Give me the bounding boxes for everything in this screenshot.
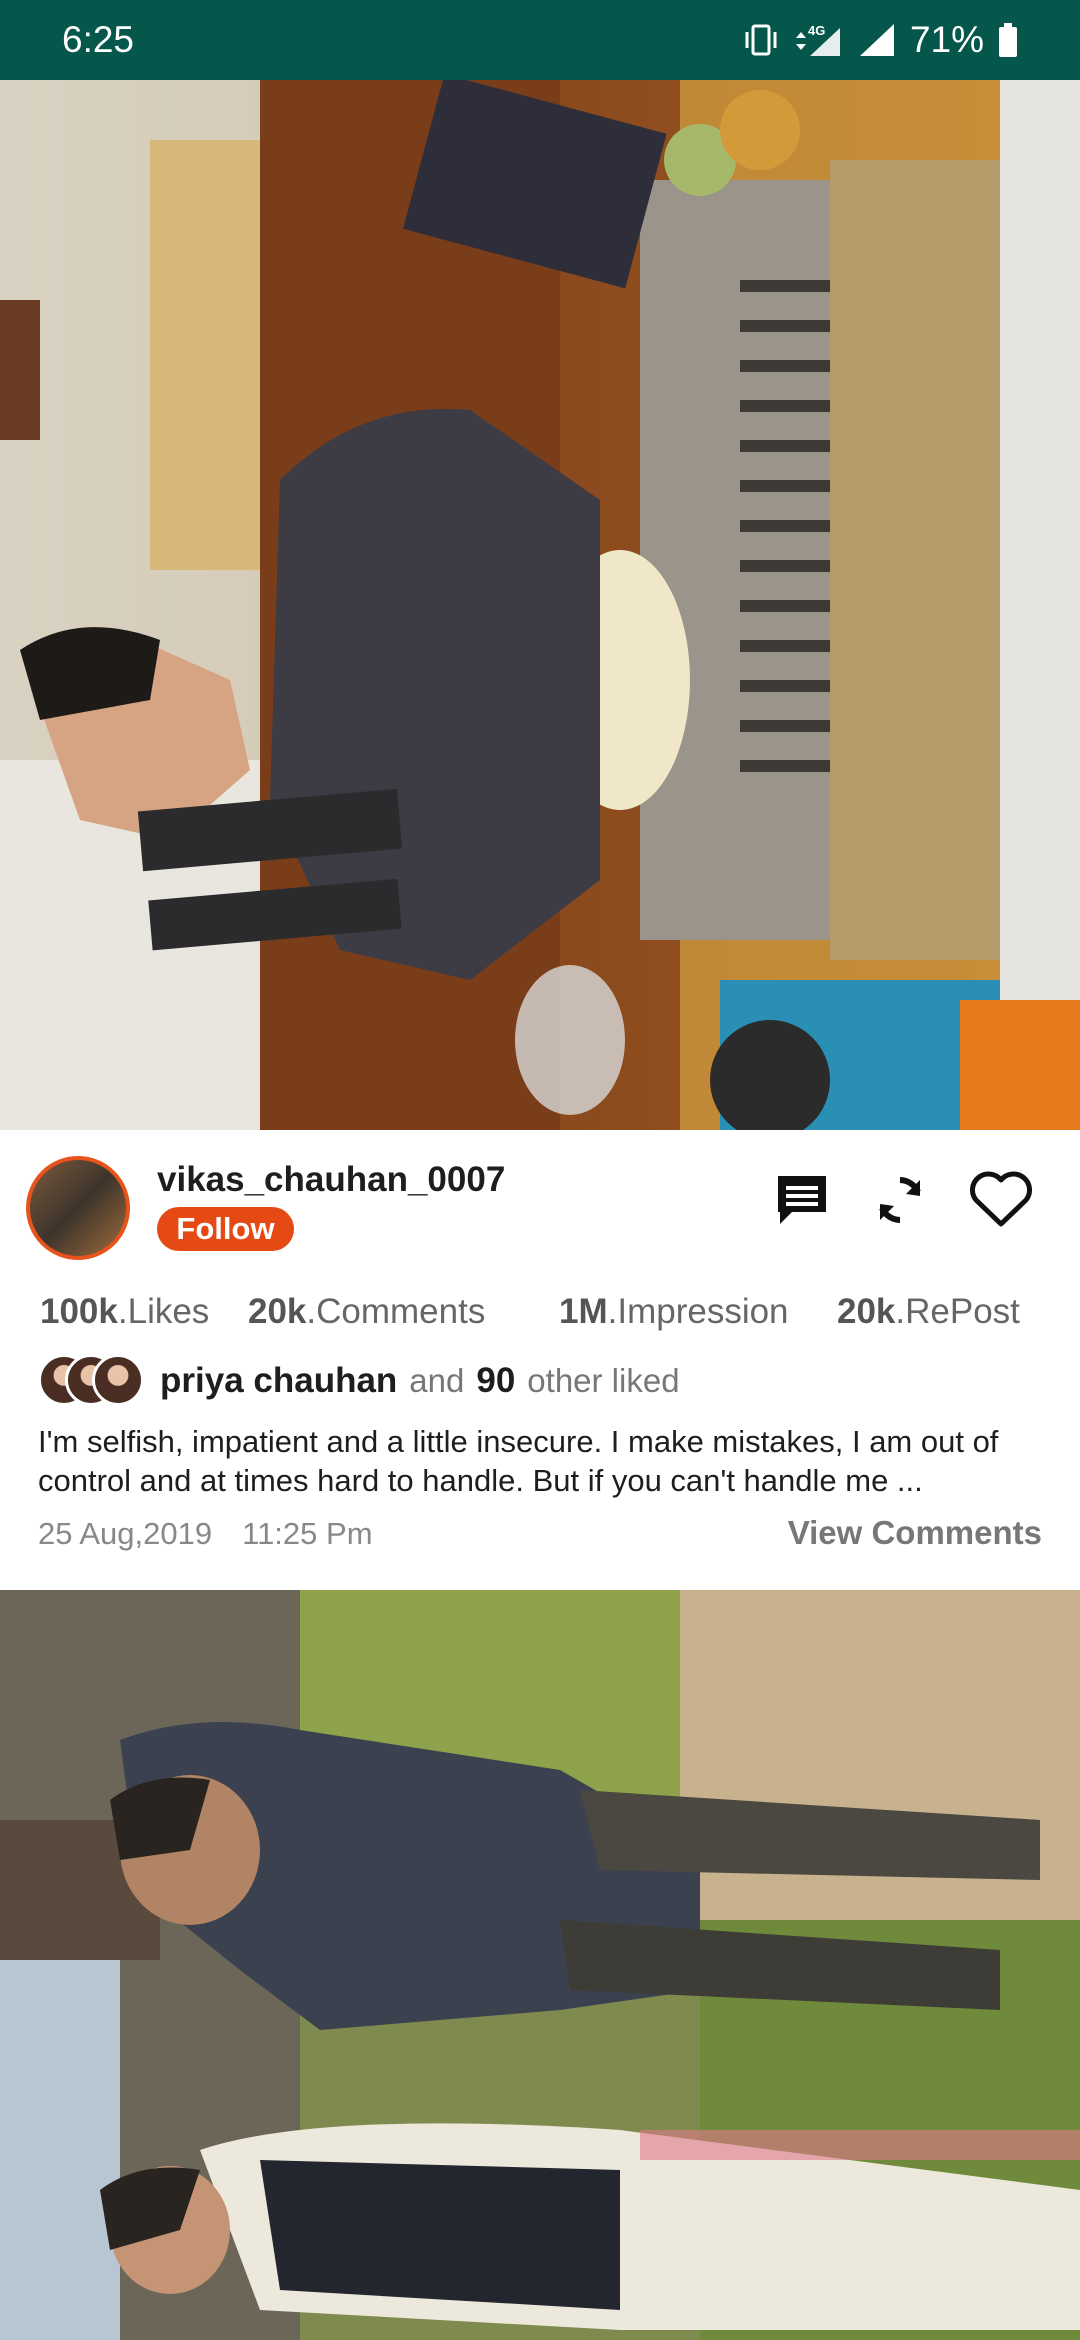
liked-by-name[interactable]: priya chauhan <box>160 1361 397 1401</box>
impression-label: .Impression <box>607 1292 789 1331</box>
heart-icon[interactable] <box>968 1170 1034 1235</box>
view-comments-link[interactable]: View Comments <box>788 1514 1042 1552</box>
status-time: 6:25 <box>62 19 135 60</box>
repost-icon[interactable] <box>870 1170 930 1235</box>
likes-label: .Likes <box>117 1292 210 1331</box>
status-bar: 6:25 4G 71% <box>0 0 1080 80</box>
data-arrows-icon: 4G <box>792 22 844 58</box>
post-image[interactable] <box>0 1590 1080 2340</box>
post-time: 11:25 Pm <box>242 1516 373 1551</box>
liked-avatar <box>92 1354 144 1406</box>
liked-by-suffix: other liked <box>527 1362 680 1399</box>
signal-icon <box>858 22 896 58</box>
post-timestamp: 25 Aug,2019 11:25 Pm <box>38 1516 373 1552</box>
liked-by-and: and <box>409 1362 465 1399</box>
post-card: vikas_chauhan_0007 Follow 100k.Likes 20k… <box>0 1130 1080 1590</box>
likes-count: 100k <box>40 1292 118 1331</box>
repost-stat[interactable]: 20k.RePost <box>837 1292 1020 1332</box>
battery-percent: 71% <box>909 19 984 60</box>
restaurant-photo <box>0 80 1080 1130</box>
liked-by-count: 90 <box>476 1361 516 1400</box>
comment-icon[interactable] <box>772 1170 832 1235</box>
outdoor-photo <box>0 1590 1080 2340</box>
repost-count: 20k <box>837 1292 896 1331</box>
likes-stat[interactable]: 100k.Likes <box>40 1292 209 1332</box>
liked-by-row[interactable]: priya chauhan and 90 other liked <box>38 1352 680 1410</box>
comments-label: .Comments <box>306 1292 486 1331</box>
comments-stat[interactable]: 20k.Comments <box>248 1292 485 1332</box>
vibrate-icon <box>744 22 778 58</box>
repost-label: .RePost <box>895 1292 1020 1331</box>
comments-count: 20k <box>248 1292 307 1331</box>
status-icons: 4G 71% <box>744 19 1018 61</box>
username[interactable]: vikas_chauhan_0007 <box>157 1160 505 1200</box>
post-caption: I'm selfish, impatient and a little inse… <box>38 1424 999 1498</box>
post-stats: 100k.Likes 20k.Comments 1M.Impression 20… <box>40 1292 1040 1342</box>
follow-button[interactable]: Follow <box>157 1207 294 1251</box>
liked-avatars <box>38 1352 146 1410</box>
avatar[interactable] <box>26 1156 130 1260</box>
battery-icon <box>998 22 1018 58</box>
post-image[interactable] <box>0 80 1080 1130</box>
impression-stat: 1M.Impression <box>559 1292 789 1332</box>
network-type: 4G <box>808 23 825 38</box>
post-date: 25 Aug,2019 <box>38 1516 213 1551</box>
impression-count: 1M <box>559 1292 608 1331</box>
